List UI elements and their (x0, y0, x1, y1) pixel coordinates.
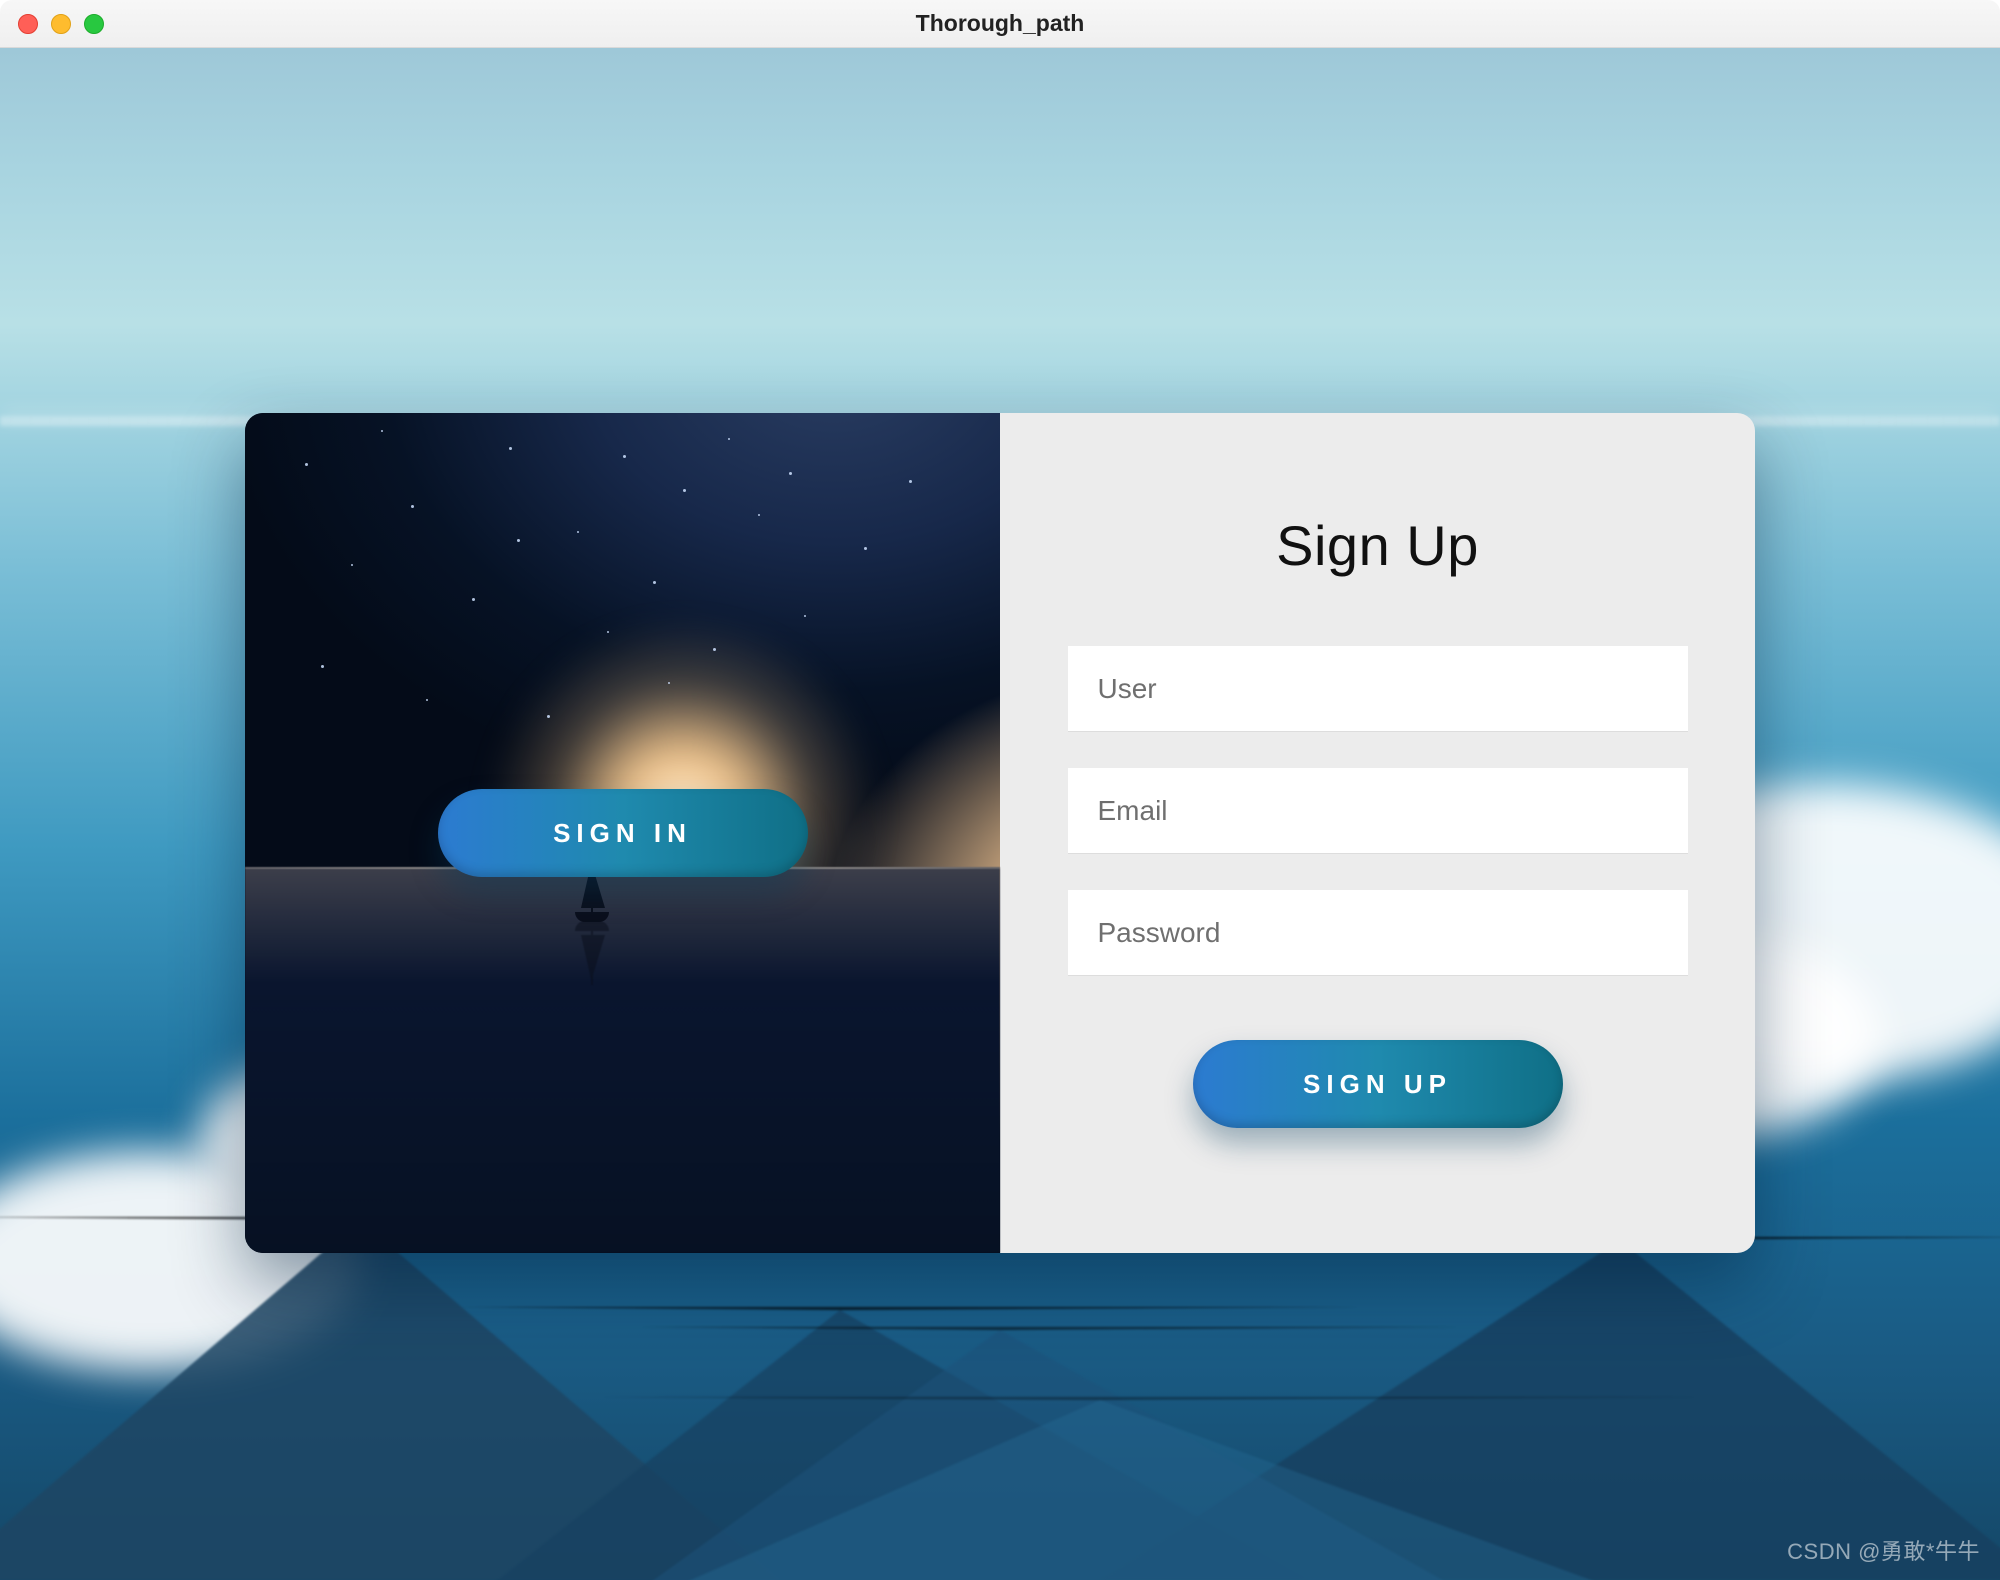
maximize-icon[interactable] (84, 14, 104, 34)
close-icon[interactable] (18, 14, 38, 34)
watermark-text: CSDN @勇敢*牛牛 (1787, 1534, 1980, 1566)
sign-in-button[interactable]: SIGN IN (438, 789, 808, 877)
sailboat-reflection-icon (571, 921, 613, 985)
signup-panel: Sign Up SIGN UP (1000, 413, 1755, 1253)
titlebar: Thorough_path (0, 0, 2000, 48)
sign-up-button[interactable]: SIGN UP (1193, 1040, 1563, 1128)
background-sky: SIGN IN Sign Up SIGN UP CSDN @勇敢*牛牛 (0, 48, 2000, 1580)
minimize-icon[interactable] (51, 14, 71, 34)
traffic-light-group (18, 14, 104, 34)
password-field[interactable] (1068, 890, 1688, 976)
email-field[interactable] (1068, 768, 1688, 854)
card-left-image: SIGN IN (245, 413, 1000, 1253)
user-input[interactable] (1068, 646, 1688, 732)
signup-title: Sign Up (1276, 513, 1479, 578)
window-title: Thorough_path (916, 10, 1085, 37)
auth-card: SIGN IN Sign Up SIGN UP (245, 413, 1755, 1253)
